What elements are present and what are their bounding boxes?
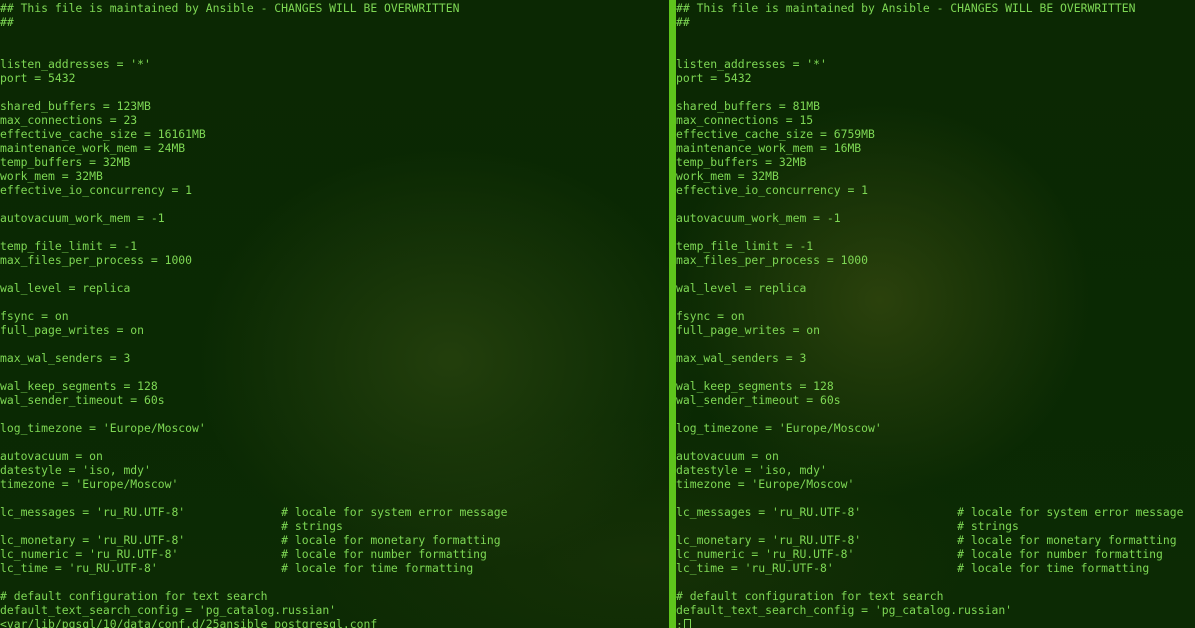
code-line: wal_sender_timeout = 60s (676, 393, 841, 407)
code-line: effective_cache_size = 16161MB (0, 127, 206, 141)
code-line: wal_sender_timeout = 60s (0, 393, 165, 407)
code-line: ## This file is maintained by Ansible - … (676, 1, 1136, 15)
code-line: maintenance_work_mem = 16MB (676, 141, 862, 155)
left-editor-pane[interactable]: ## This file is maintained by Ansible - … (0, 0, 669, 628)
code-line: <var/lib/pgsql/10/data/conf.d/25ansible_… (0, 617, 378, 628)
code-line: max_files_per_process = 1000 (676, 253, 869, 267)
code-line: port = 5432 (676, 71, 752, 85)
code-line: lc_messages = 'ru_RU.UTF-8' # locale for… (676, 505, 1184, 519)
code-line: lc_time = 'ru_RU.UTF-8' # locale for tim… (676, 561, 1150, 575)
code-line: default_text_search_config = 'pg_catalog… (676, 603, 1013, 617)
code-line: datestyle = 'iso, mdy' (0, 463, 151, 477)
pane-divider[interactable] (669, 0, 676, 628)
code-line: ## (676, 15, 690, 29)
code-line: default_text_search_config = 'pg_catalog… (0, 603, 337, 617)
code-line: ## (0, 15, 14, 29)
code-line: datestyle = 'iso, mdy' (676, 463, 827, 477)
code-line: shared_buffers = 81MB (676, 99, 821, 113)
code-line: timezone = 'Europe/Moscow' (0, 477, 179, 491)
code-line: ## This file is maintained by Ansible - … (0, 1, 460, 15)
code-line: work_mem = 32MB (0, 169, 103, 183)
code-line: work_mem = 32MB (676, 169, 779, 183)
code-line: autovacuum = on (0, 449, 103, 463)
right-file-content: ## This file is maintained by Ansible - … (676, 0, 1195, 617)
code-line: temp_file_limit = -1 (676, 239, 814, 253)
code-line: # default configuration for text search (0, 589, 268, 603)
code-line: port = 5432 (0, 71, 76, 85)
code-line: wal_keep_segments = 128 (0, 379, 158, 393)
code-line: lc_monetary = 'ru_RU.UTF-8' # locale for… (0, 533, 501, 547)
code-line: log_timezone = 'Europe/Moscow' (0, 421, 206, 435)
code-line: max_connections = 15 (676, 113, 814, 127)
right-editor-pane[interactable]: ## This file is maintained by Ansible - … (676, 0, 1195, 628)
command-line[interactable]: : (676, 617, 1195, 628)
code-line: temp_buffers = 32MB (0, 155, 131, 169)
code-line: autovacuum = on (676, 449, 779, 463)
code-line: lc_time = 'ru_RU.UTF-8' # locale for tim… (0, 561, 474, 575)
code-line: effective_cache_size = 6759MB (676, 127, 875, 141)
terminal-window: ## This file is maintained by Ansible - … (0, 0, 1195, 628)
code-line: # strings (0, 519, 343, 533)
code-line: lc_numeric = 'ru_RU.UTF-8' # locale for … (676, 547, 1163, 561)
code-line: shared_buffers = 123MB (0, 99, 151, 113)
code-line: # default configuration for text search (676, 589, 944, 603)
code-line: lc_numeric = 'ru_RU.UTF-8' # locale for … (0, 547, 487, 561)
code-line: log_timezone = 'Europe/Moscow' (676, 421, 882, 435)
code-line: effective_io_concurrency = 1 (676, 183, 869, 197)
code-line: temp_buffers = 32MB (676, 155, 807, 169)
code-line: full_page_writes = on (0, 323, 145, 337)
code-line: full_page_writes = on (676, 323, 821, 337)
code-line: fsync = on (0, 309, 69, 323)
code-line: lc_messages = 'ru_RU.UTF-8' # locale for… (0, 505, 508, 519)
code-line: wal_level = replica (676, 281, 807, 295)
code-line: # strings (676, 519, 1019, 533)
code-line: maintenance_work_mem = 24MB (0, 141, 186, 155)
code-line: autovacuum_work_mem = -1 (676, 211, 841, 225)
code-line: listen_addresses = '*' (0, 57, 151, 71)
code-line: max_files_per_process = 1000 (0, 253, 193, 267)
code-line: max_connections = 23 (0, 113, 138, 127)
code-line: max_wal_senders = 3 (676, 351, 807, 365)
code-line: fsync = on (676, 309, 745, 323)
left-file-content: ## This file is maintained by Ansible - … (0, 0, 669, 628)
code-line: listen_addresses = '*' (676, 57, 827, 71)
code-line: wal_keep_segments = 128 (676, 379, 834, 393)
code-line: temp_file_limit = -1 (0, 239, 138, 253)
code-line: max_wal_senders = 3 (0, 351, 131, 365)
code-line: effective_io_concurrency = 1 (0, 183, 193, 197)
code-line: lc_monetary = 'ru_RU.UTF-8' # locale for… (676, 533, 1177, 547)
command-prompt: : (676, 618, 683, 628)
code-line: wal_level = replica (0, 281, 131, 295)
text-cursor (683, 619, 691, 628)
code-line: autovacuum_work_mem = -1 (0, 211, 165, 225)
code-line: timezone = 'Europe/Moscow' (676, 477, 855, 491)
